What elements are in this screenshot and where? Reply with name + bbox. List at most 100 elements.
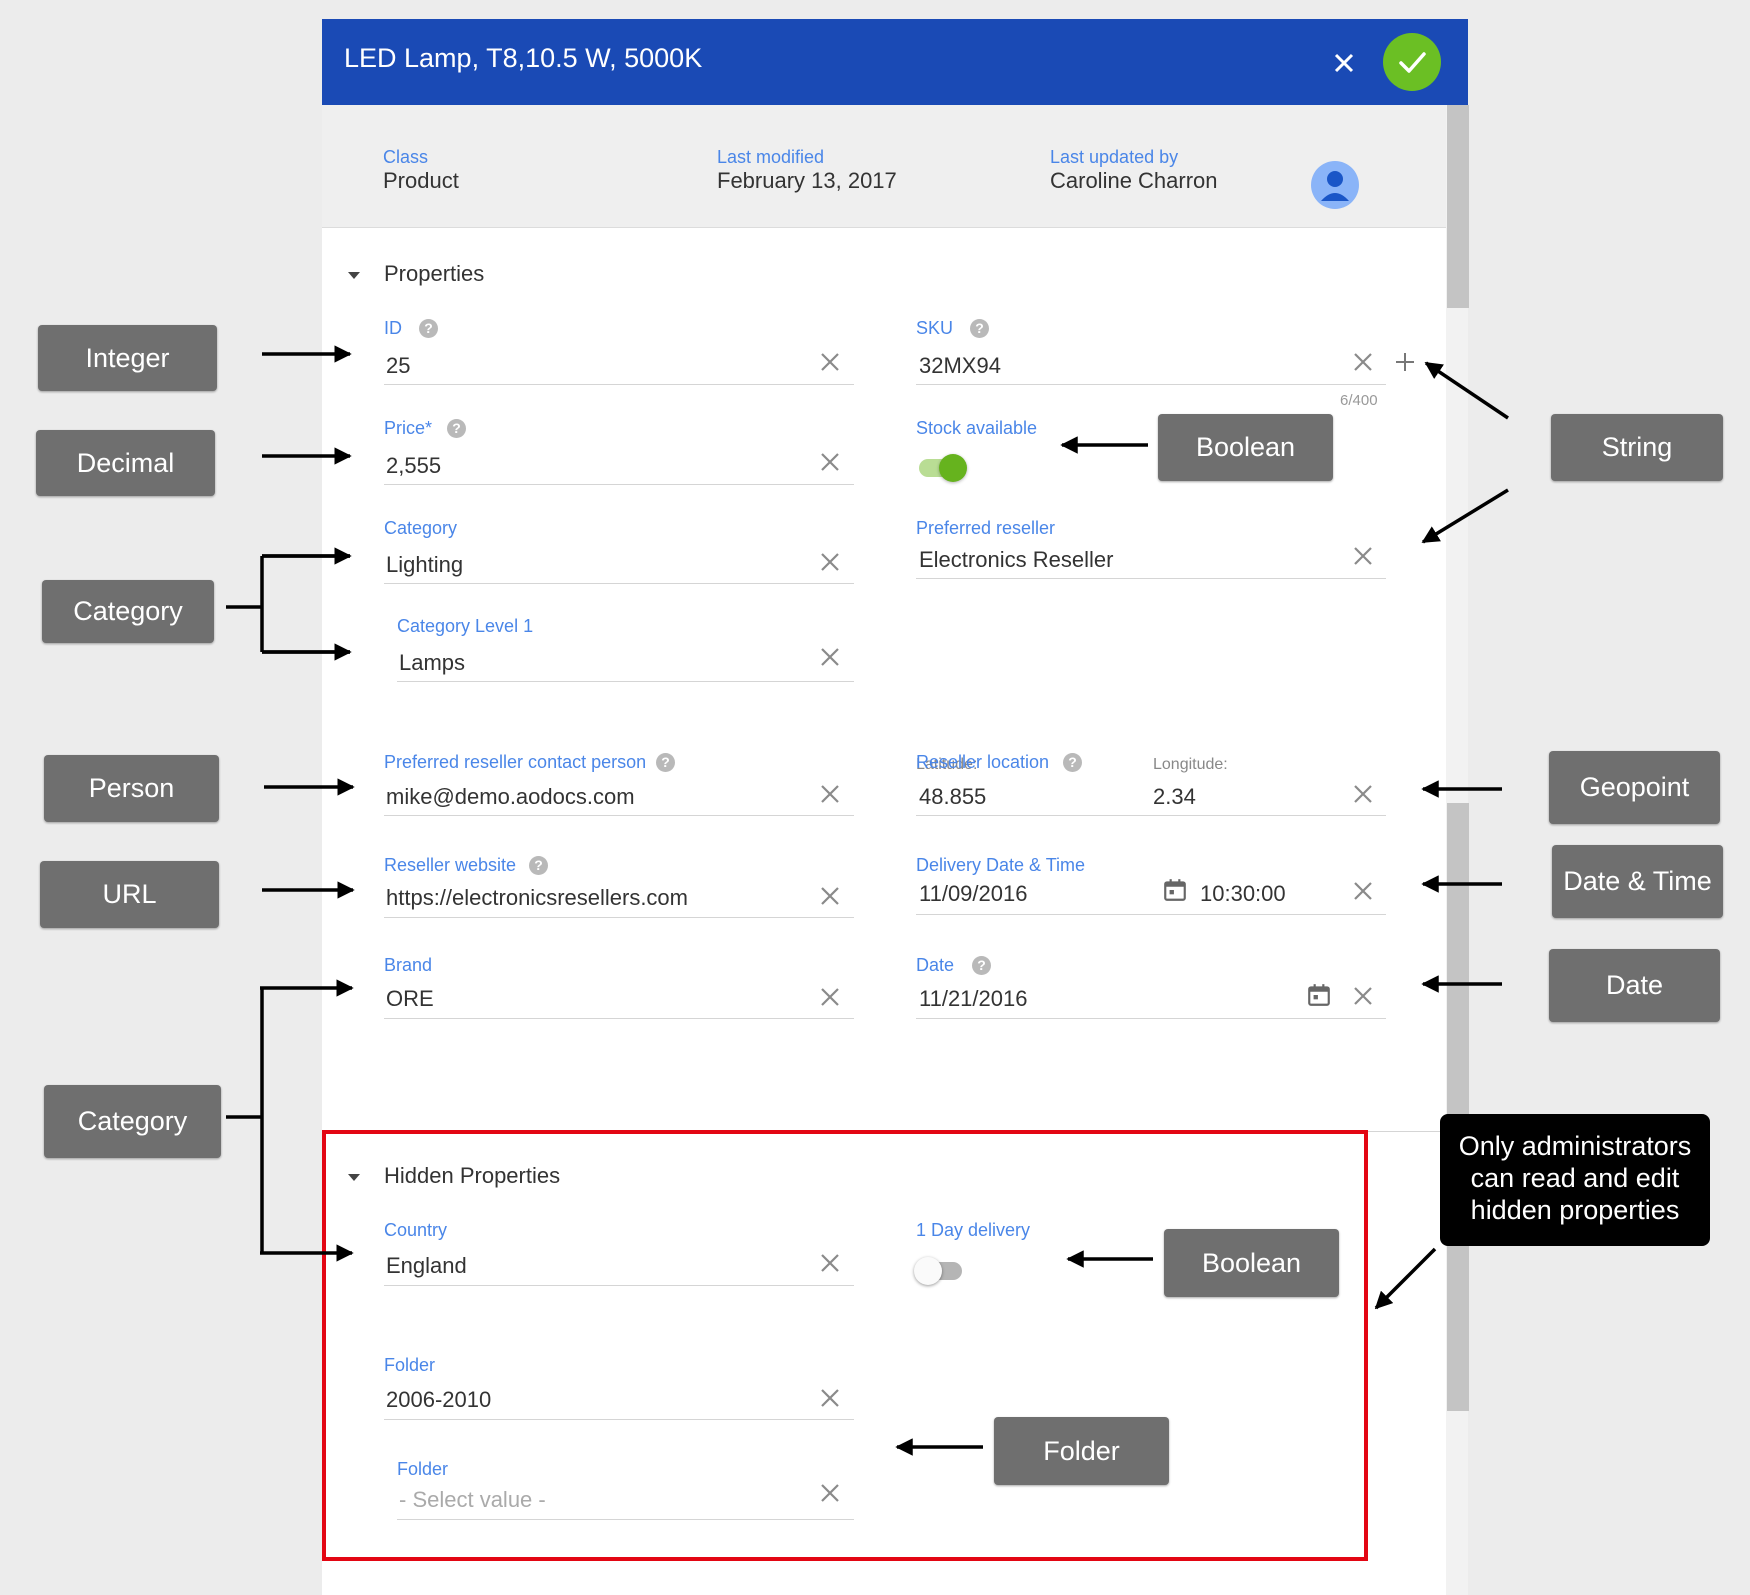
price-underline <box>384 484 854 485</box>
delivery-underline <box>916 914 1386 915</box>
avatar[interactable] <box>1311 161 1359 209</box>
clear-x-icon[interactable] <box>819 551 841 573</box>
brand-underline <box>384 1018 854 1019</box>
callout-person: Person <box>44 755 219 822</box>
clear-x-icon[interactable] <box>1352 985 1374 1007</box>
close-icon <box>1334 53 1354 73</box>
help-icon[interactable]: ? <box>529 856 548 875</box>
callout-category-top: Category <box>42 580 214 643</box>
document-metadata: Class Product Last modified February 13,… <box>322 105 1446 228</box>
clear-x-icon[interactable] <box>1352 880 1374 902</box>
callout-folder: Folder <box>994 1417 1169 1485</box>
callout-datetime: Date & Time <box>1552 845 1723 918</box>
category-input[interactable]: Lighting <box>386 552 463 578</box>
help-icon[interactable]: ? <box>970 319 989 338</box>
price-label: Price* <box>384 418 433 438</box>
last-modified-value: February 13, 2017 <box>717 168 897 193</box>
caret-down-icon[interactable] <box>348 272 360 279</box>
category-level1-underline <box>397 681 854 682</box>
class-value: Product <box>383 168 459 193</box>
reseller-website-underline <box>384 917 854 918</box>
last-updated-by-value: Caroline Charron <box>1050 168 1218 193</box>
callout-integer: Integer <box>38 325 217 391</box>
latitude-input[interactable]: 48.855 <box>919 784 986 810</box>
close-button[interactable] <box>1322 41 1366 85</box>
clear-x-icon[interactable] <box>819 351 841 373</box>
date-input[interactable]: 11/21/2016 <box>919 986 1027 1012</box>
check-icon <box>1399 52 1426 73</box>
contact-person-underline <box>384 815 854 816</box>
brand-label: Brand <box>384 955 433 975</box>
id-input[interactable]: 25 <box>386 353 410 379</box>
clear-x-icon[interactable] <box>1352 545 1374 567</box>
toggle-knob <box>939 454 967 482</box>
help-icon[interactable]: ? <box>447 419 466 438</box>
contact-person-label: Preferred reseller contact person <box>384 752 647 772</box>
reseller-website-label: Reseller website <box>384 855 517 875</box>
category-underline <box>384 583 854 584</box>
hidden-properties-highlight <box>322 1130 1368 1561</box>
category-level1-input[interactable]: Lamps <box>399 650 465 676</box>
callout-date: Date <box>1549 949 1720 1022</box>
sku-input[interactable]: 32MX94 <box>919 353 1001 379</box>
longitude-input[interactable]: 2.34 <box>1153 784 1196 810</box>
clear-x-icon[interactable] <box>819 783 841 805</box>
help-icon[interactable]: ? <box>419 319 438 338</box>
callout-url: URL <box>40 861 219 928</box>
scroll-thumb[interactable] <box>1447 105 1469 308</box>
callout-boolean-top: Boolean <box>1158 414 1333 481</box>
reseller-website-input[interactable]: https://electronicsresellers.com <box>386 885 688 911</box>
reseller-location-underline <box>916 815 1386 816</box>
bracket-category-bottom <box>226 988 264 1253</box>
calendar-icon[interactable] <box>1306 982 1332 1008</box>
reseller-location-label: Reseller location <box>916 752 1050 772</box>
callout-geopoint: Geopoint <box>1549 751 1720 824</box>
sku-underline <box>916 384 1386 385</box>
price-input[interactable]: 2,555 <box>386 453 441 479</box>
sku-label: SKU <box>916 318 954 338</box>
delivery-date-input[interactable]: 11/09/2016 <box>919 881 1027 907</box>
contact-person-input[interactable]: mike@demo.aodocs.com <box>386 784 635 810</box>
id-label: ID <box>384 318 402 338</box>
last-updated-by-label: Last updated by <box>1050 147 1179 167</box>
clear-x-icon[interactable] <box>819 986 841 1008</box>
longitude-label: Longitude: <box>1153 756 1228 773</box>
delivery-time-input[interactable]: 10:30:00 <box>1200 881 1286 907</box>
clear-x-icon[interactable] <box>819 646 841 668</box>
help-icon[interactable]: ? <box>656 753 675 772</box>
stock-available-toggle[interactable] <box>919 454 967 482</box>
delivery-datetime-label: Delivery Date & Time <box>916 855 1086 875</box>
admin-note-line3: hidden properties <box>1470 1195 1680 1225</box>
save-button[interactable] <box>1383 33 1441 91</box>
admin-note-line2: can read and edit <box>1470 1163 1680 1193</box>
person-icon <box>1321 171 1349 201</box>
date-underline <box>916 1018 1386 1019</box>
brand-input[interactable]: ORE <box>386 986 434 1012</box>
category-level1-label: Category Level 1 <box>397 616 534 636</box>
callout-decimal: Decimal <box>36 430 215 496</box>
clear-x-icon[interactable] <box>1352 783 1374 805</box>
help-icon[interactable]: ? <box>1063 753 1082 772</box>
clear-x-icon[interactable] <box>819 885 841 907</box>
clear-x-icon[interactable] <box>1352 351 1374 373</box>
section-divider <box>1366 1131 1446 1132</box>
calendar-icon[interactable] <box>1162 877 1188 903</box>
scrollbar[interactable] <box>1446 105 1469 1595</box>
scroll-thumb-secondary[interactable] <box>1447 803 1469 1411</box>
dialog-title: LED Lamp, T8,10.5 W, 5000K <box>344 43 703 73</box>
help-icon[interactable]: ? <box>972 956 991 975</box>
class-label: Class <box>383 147 429 167</box>
callout-boolean-bottom: Boolean <box>1164 1229 1339 1297</box>
plus-icon[interactable] <box>1394 351 1416 373</box>
id-underline <box>384 384 854 385</box>
last-modified-label: Last modified <box>717 147 825 167</box>
stock-available-label: Stock available <box>916 418 1038 438</box>
category-label: Category <box>384 518 458 538</box>
preferred-reseller-underline <box>916 578 1386 579</box>
dialog-header: LED Lamp, T8,10.5 W, 5000K <box>322 19 1468 105</box>
date-label: Date <box>916 955 955 975</box>
preferred-reseller-input[interactable]: Electronics Reseller <box>919 547 1113 573</box>
preferred-reseller-label: Preferred reseller <box>916 518 1056 538</box>
clear-x-icon[interactable] <box>819 451 841 473</box>
properties-heading: Properties <box>384 261 485 286</box>
